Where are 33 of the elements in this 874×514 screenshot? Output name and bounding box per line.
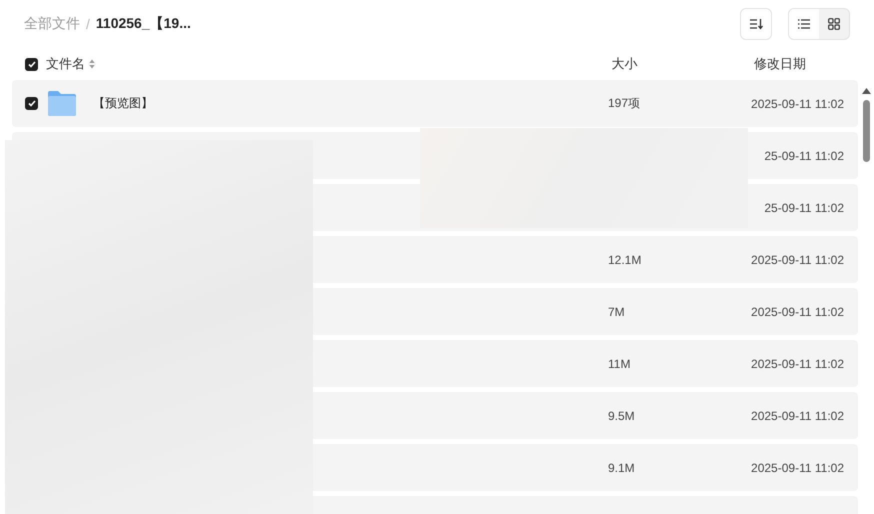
sort-arrows-icon[interactable] xyxy=(89,59,95,69)
size-cell: 7M xyxy=(608,304,625,318)
checkmark-icon xyxy=(28,100,36,107)
sort-button[interactable] xyxy=(740,8,772,40)
column-header[interactable]: 文件名 xyxy=(46,55,85,73)
scroll-up-icon[interactable] xyxy=(862,88,870,94)
file-row[interactable]: 【预览图】 197项 2025-09-11 11:02 xyxy=(12,80,858,127)
date-cell: 25-09-11 11:02 xyxy=(764,148,844,162)
breadcrumb-separator: / xyxy=(86,16,90,32)
size-cell: 11M xyxy=(608,356,630,370)
size-cell: 9.1M xyxy=(608,460,635,474)
date-cell: 2025-09-11 11:02 xyxy=(751,408,844,422)
breadcrumb-item: 110256_【19... xyxy=(96,15,191,33)
column-header[interactable]: 大小 xyxy=(611,56,638,71)
size-cell: 197项 xyxy=(608,96,640,110)
grid-icon xyxy=(828,18,840,30)
row-checkbox[interactable] xyxy=(25,97,38,110)
select-all-checkbox[interactable] xyxy=(25,58,38,70)
checkmark-icon xyxy=(28,60,36,68)
date-cell: 2025-09-11 11:02 xyxy=(751,252,844,266)
file-name[interactable]: 【预览图】 xyxy=(93,95,153,112)
date-cell: 2025-09-11 11:02 xyxy=(751,304,844,318)
date-cell: 2025-09-11 11:02 xyxy=(751,356,844,370)
sort-icon xyxy=(749,18,763,30)
size-cell: 12.1M xyxy=(608,252,642,266)
list-view-button[interactable] xyxy=(789,9,819,39)
date-cell: 2025-09-11 11:02 xyxy=(751,96,844,110)
list-icon xyxy=(798,19,810,29)
date-cell: 25-09-11 11:02 xyxy=(764,200,844,214)
column-header[interactable]: 修改日期 xyxy=(754,56,806,71)
date-cell: 2025-09-11 11:02 xyxy=(751,460,844,474)
folder-icon xyxy=(47,90,77,117)
size-cell: 9.5M xyxy=(608,408,635,422)
